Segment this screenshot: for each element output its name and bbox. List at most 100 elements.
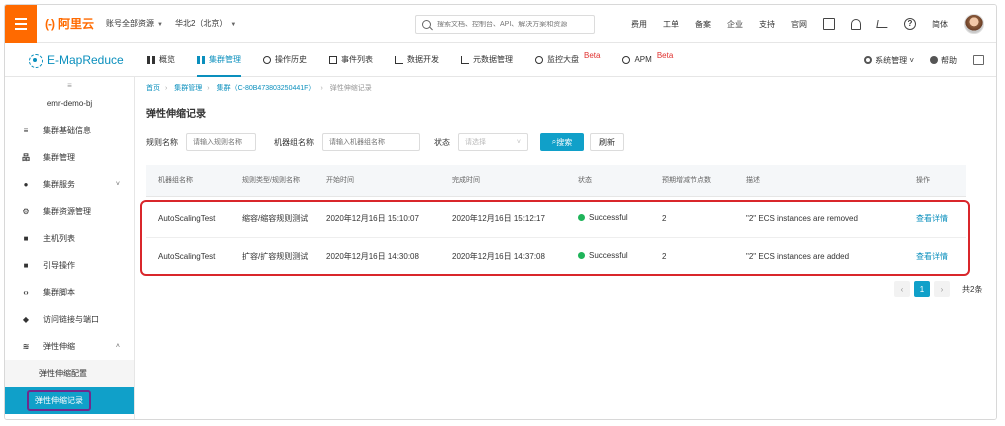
product-nav-bar: E-MapReduce 概览 集群管理 操作历史 事件列表 数据开发 元数据管理… bbox=[5, 43, 996, 77]
list-icon: ≡ bbox=[23, 126, 29, 135]
column-header: 规则类型/规则名称 bbox=[242, 176, 300, 184]
page-number-button[interactable]: 1 bbox=[914, 281, 930, 297]
region-dropdown[interactable]: 华北2（北京） ▼ bbox=[175, 18, 236, 29]
cell-group-name: AutoScalingTest bbox=[158, 251, 216, 261]
cell-group-name: AutoScalingTest bbox=[158, 213, 216, 223]
cell-status: Successful bbox=[566, 251, 650, 263]
caret-down-icon: ▼ bbox=[157, 22, 163, 28]
view-details-link[interactable]: 查看详情 bbox=[904, 214, 966, 224]
cell-description: "2" ECS instances are added bbox=[746, 251, 850, 261]
gear-icon bbox=[864, 56, 873, 65]
nav-link-support[interactable]: 支持 bbox=[759, 19, 775, 30]
search-button[interactable]: ⌕ 搜索 bbox=[540, 133, 584, 151]
tab-metadata-management[interactable]: 元数据管理 bbox=[461, 43, 513, 77]
terminal-icon[interactable] bbox=[823, 18, 835, 30]
nav-link-icp[interactable]: 备案 bbox=[695, 19, 711, 30]
caret-down-icon: ▼ bbox=[230, 22, 237, 28]
prev-page-button[interactable]: ‹ bbox=[894, 281, 910, 297]
global-search-input[interactable] bbox=[437, 21, 587, 28]
refresh-button[interactable]: 刷新 bbox=[590, 133, 624, 151]
tab-cluster-management[interactable]: 集群管理 bbox=[197, 43, 241, 77]
top-right-nav: 费用 工单 备案 企业 支持 官网 ? 简体 bbox=[631, 5, 984, 43]
bar-chart-icon bbox=[395, 55, 403, 64]
breadcrumb-cluster-management[interactable]: 集群管理 bbox=[174, 85, 202, 92]
aliyun-logo[interactable]: (-) 阿里云 bbox=[45, 15, 94, 32]
column-header: 开始时间 bbox=[326, 176, 354, 184]
code-icon: ‹› bbox=[23, 288, 29, 297]
sidebar-item-host-list[interactable]: ■ 主机列表 bbox=[5, 225, 134, 252]
sidebar: ≡ emr-demo-bj ≡ 集群基础信息 品集群管理 ● 集群服务 ˅ ⚙ 集群资源… bbox=[5, 77, 135, 419]
emr-brand[interactable]: E-MapReduce bbox=[5, 53, 135, 68]
sidebar-item-cluster-management[interactable]: 品集群管理 bbox=[5, 144, 134, 171]
breadcrumb-cluster[interactable]: 集群（C-80B473803250441F） bbox=[217, 85, 316, 92]
emr-logo-icon bbox=[29, 53, 43, 68]
sidebar-item-access-links[interactable]: ◆ 访问链接与端口 bbox=[5, 306, 134, 333]
sidebar-collapse-icon[interactable]: ≡ bbox=[5, 81, 134, 93]
global-search[interactable] bbox=[415, 15, 595, 34]
help-icon bbox=[930, 56, 938, 65]
sidebar-item-auto-scaling[interactable]: ≋ 弹性伸缩 ˄ bbox=[5, 333, 134, 360]
tab-operation-history[interactable]: 操作历史 bbox=[263, 43, 307, 77]
cart-icon[interactable] bbox=[876, 20, 889, 28]
success-check-icon bbox=[578, 252, 585, 260]
product-tabs: 概览 集群管理 操作历史 事件列表 数据开发 元数据管理 监控大盘 Beta AP… bbox=[147, 43, 673, 77]
breadcrumb: 首页 › 集群管理 › 集群（C-80B473803250441F） › 弹性伸缩记录 bbox=[146, 85, 372, 92]
language-switch[interactable]: 简体 bbox=[932, 19, 948, 30]
table-header: 机器组名称 规则类型/规则名称 开始时间 完成时间 状态 预期增减节点数 描述 … bbox=[146, 165, 966, 197]
sidebar-item-cluster-scripts[interactable]: ‹› 集群脚本 bbox=[5, 279, 134, 306]
cell-end-time: 2020年12月16日 15:12:17 bbox=[452, 213, 545, 223]
link-icon: ◆ bbox=[22, 315, 30, 324]
apm-icon bbox=[622, 55, 631, 64]
cell-rule: 扩容/扩容规则测试 bbox=[242, 251, 309, 261]
group-name-input[interactable] bbox=[322, 133, 420, 151]
avatar[interactable] bbox=[964, 14, 984, 34]
table-row: AutoScalingTest 缩容/缩容规则测试 2020年12月16日 15… bbox=[146, 200, 966, 238]
nav-link-tickets[interactable]: 工单 bbox=[663, 19, 679, 30]
main-content: 首页 › 集群管理 › 集群（C-80B473803250441F） › 弹性伸缩记录… bbox=[136, 77, 996, 419]
help-menu[interactable]: 帮助 bbox=[930, 55, 957, 66]
account-resource-dropdown[interactable]: 账号全部资源 ▼ bbox=[106, 18, 163, 29]
column-header: 状态 bbox=[578, 176, 592, 184]
nav-link-official-site[interactable]: 官网 bbox=[791, 19, 807, 30]
nodes-icon: 品 bbox=[22, 153, 30, 162]
sidebar-item-cluster-services[interactable]: ● 集群服务 ˅ bbox=[5, 171, 134, 198]
metadata-icon bbox=[461, 55, 469, 64]
scaling-records-table: 机器组名称 规则类型/规则名称 开始时间 完成时间 状态 预期增减节点数 描述 … bbox=[146, 165, 966, 276]
sidebar-item-bootstrap-actions[interactable]: ■ 引导操作 bbox=[5, 252, 134, 279]
tab-apm[interactable]: APM Beta bbox=[622, 43, 673, 77]
nav-link-fees[interactable]: 费用 bbox=[631, 19, 647, 30]
cell-status: Successful bbox=[566, 213, 650, 225]
column-header: 操作 bbox=[916, 176, 930, 184]
system-management-menu[interactable]: 系统管理 ˅ bbox=[864, 55, 914, 66]
host-icon: ■ bbox=[23, 234, 29, 243]
tab-event-list[interactable]: 事件列表 bbox=[329, 43, 373, 77]
gear-icon: ⚙ bbox=[22, 207, 30, 216]
rule-name-input[interactable] bbox=[186, 133, 256, 151]
status-select[interactable]: 请选择 ˅ bbox=[458, 133, 528, 151]
sidebar-item-cluster-info[interactable]: ≡ 集群基础信息 bbox=[5, 117, 134, 144]
sidebar-item-resource-management[interactable]: ⚙ 集群资源管理 bbox=[5, 198, 134, 225]
tab-overview[interactable]: 概览 bbox=[147, 43, 175, 77]
sidebar-subitem-label: 弹性伸缩记录 bbox=[27, 390, 91, 411]
success-check-icon bbox=[578, 214, 585, 222]
view-details-link[interactable]: 查看详情 bbox=[904, 252, 966, 262]
sidebar-subitem-scaling-records[interactable]: 弹性伸缩记录 bbox=[5, 387, 134, 414]
total-count: 共2条 bbox=[962, 284, 983, 294]
bootstrap-icon: ■ bbox=[23, 261, 29, 270]
chevron-down-icon: ˅ bbox=[909, 55, 914, 65]
layout-toggle-icon[interactable] bbox=[973, 55, 984, 65]
monitor-icon bbox=[535, 55, 543, 64]
scaling-icon: ≋ bbox=[22, 342, 30, 351]
help-circle-icon[interactable]: ? bbox=[904, 18, 916, 30]
hamburger-menu-icon[interactable] bbox=[5, 5, 37, 43]
pagination: ‹ 1 › 共2条 bbox=[894, 281, 982, 297]
next-page-button[interactable]: › bbox=[934, 281, 950, 297]
bell-icon[interactable] bbox=[851, 18, 861, 30]
nav-link-enterprise[interactable]: 企业 bbox=[727, 19, 743, 30]
column-header: 机器组名称 bbox=[158, 176, 193, 184]
breadcrumb-home[interactable]: 首页 bbox=[146, 85, 160, 92]
tab-data-development[interactable]: 数据开发 bbox=[395, 43, 439, 77]
tab-monitoring-dashboard[interactable]: 监控大盘 Beta bbox=[535, 43, 600, 77]
sidebar-subitem-scaling-config[interactable]: 弹性伸缩配置 bbox=[5, 360, 134, 387]
search-icon bbox=[422, 20, 431, 29]
